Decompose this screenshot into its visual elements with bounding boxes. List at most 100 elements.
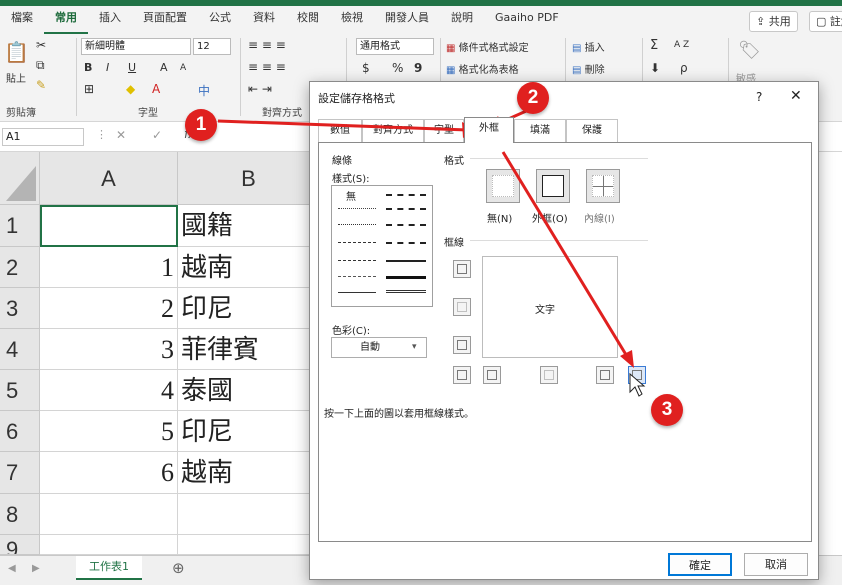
copy-icon[interactable]: ⧉ bbox=[36, 58, 45, 73]
shrink-font-button[interactable]: A bbox=[180, 63, 186, 73]
tab-help[interactable]: 說明 bbox=[440, 6, 484, 34]
border-middle-h-button[interactable] bbox=[453, 298, 471, 316]
sort-filter-button[interactable]: A Z bbox=[674, 40, 689, 50]
conditional-formatting-button[interactable]: ▦ 條件式格式設定 bbox=[446, 39, 529, 54]
line-style-list[interactable]: 無 bbox=[331, 185, 433, 307]
tab-data[interactable]: 資料 bbox=[242, 6, 286, 34]
insert-cells-button[interactable]: ▤ 插入 bbox=[572, 39, 605, 54]
line-style-double[interactable] bbox=[386, 290, 426, 293]
row-header[interactable]: 4 bbox=[0, 329, 40, 370]
row-header[interactable]: 7 bbox=[0, 452, 40, 494]
border-diag-down-button[interactable] bbox=[628, 366, 646, 384]
row-header[interactable]: 3 bbox=[0, 288, 40, 329]
cell-a7[interactable]: 6 bbox=[40, 452, 178, 494]
font-size-select[interactable]: 12 bbox=[193, 38, 231, 55]
font-name-select[interactable]: 新細明體 bbox=[81, 38, 191, 55]
cell-b2[interactable]: 越南 bbox=[178, 247, 320, 288]
border-middle-v-button[interactable] bbox=[540, 366, 558, 384]
cell-b7[interactable]: 越南 bbox=[178, 452, 320, 494]
align-left-icon[interactable]: ≡ ≡ ≡ bbox=[248, 60, 286, 74]
line-style-slanted[interactable] bbox=[386, 208, 426, 210]
align-top-icon[interactable]: ≡ ≡ ≡ bbox=[248, 38, 286, 52]
cell-a1[interactable] bbox=[40, 205, 178, 247]
tab-alignment[interactable]: 對齊方式 bbox=[362, 119, 424, 142]
column-header-b[interactable]: B bbox=[178, 152, 320, 205]
cell-a2[interactable]: 1 bbox=[40, 247, 178, 288]
tab-number[interactable]: 數值 bbox=[318, 119, 362, 142]
border-top-button[interactable] bbox=[453, 260, 471, 278]
ok-button[interactable]: 確定 bbox=[668, 553, 732, 576]
preset-outline-button[interactable] bbox=[536, 169, 570, 203]
sheet-tab-1[interactable]: 工作表1 bbox=[76, 556, 142, 580]
number-format-select[interactable]: 通用格式 bbox=[356, 38, 434, 55]
tab-formulas[interactable]: 公式 bbox=[198, 6, 242, 34]
sensitivity-icon[interactable]: 🏷 bbox=[738, 40, 761, 61]
enter-icon[interactable]: ✓ bbox=[152, 128, 162, 142]
tab-font[interactable]: 字型 bbox=[424, 119, 464, 142]
italic-button[interactable]: I bbox=[106, 61, 109, 74]
tab-page-layout[interactable]: 頁面配置 bbox=[132, 6, 198, 34]
cancel-button[interactable]: 取消 bbox=[744, 553, 808, 576]
paste-icon[interactable]: 📋 bbox=[4, 40, 29, 64]
row-header[interactable]: 6 bbox=[0, 411, 40, 452]
paste-button[interactable]: 貼上 bbox=[6, 70, 26, 85]
tab-border[interactable]: 外框 bbox=[464, 117, 514, 143]
tab-home[interactable]: 常用 bbox=[44, 6, 88, 34]
border-bottom-button[interactable] bbox=[453, 336, 471, 354]
underline-button[interactable]: U bbox=[128, 61, 136, 74]
cell-a9[interactable] bbox=[40, 535, 178, 555]
currency-button[interactable]: $ bbox=[362, 61, 370, 75]
tab-view[interactable]: 檢視 bbox=[330, 6, 374, 34]
cell-a4[interactable]: 3 bbox=[40, 329, 178, 370]
fill-icon[interactable]: ⬇ bbox=[650, 61, 660, 75]
cell-a6[interactable]: 5 bbox=[40, 411, 178, 452]
line-style-med-dash-dot-dot[interactable] bbox=[386, 194, 426, 196]
formula-more-icon[interactable]: ⋮ bbox=[96, 128, 107, 141]
line-style-dotted[interactable] bbox=[338, 224, 376, 225]
autosum-button[interactable]: Σ bbox=[650, 38, 658, 53]
column-header-a[interactable]: A bbox=[40, 152, 178, 205]
border-left-button[interactable] bbox=[483, 366, 501, 384]
sheet-prev-icon[interactable]: ◀ bbox=[8, 563, 16, 574]
cell-a5[interactable]: 4 bbox=[40, 370, 178, 411]
row-header[interactable]: 1 bbox=[0, 205, 40, 247]
line-style-medium[interactable] bbox=[386, 260, 426, 262]
cell-a3[interactable]: 2 bbox=[40, 288, 178, 329]
close-button[interactable]: ✕ bbox=[790, 88, 802, 104]
tab-protection[interactable]: 保護 bbox=[566, 119, 618, 142]
select-all-corner[interactable] bbox=[0, 152, 40, 205]
sheet-next-icon[interactable]: ▶ bbox=[32, 563, 40, 574]
cell-b9[interactable] bbox=[178, 535, 320, 555]
preset-inside-button[interactable] bbox=[586, 169, 620, 203]
bold-button[interactable]: B bbox=[84, 61, 92, 74]
tab-developer[interactable]: 開發人員 bbox=[374, 6, 440, 34]
tab-file[interactable]: 檔案 bbox=[0, 6, 44, 34]
row-header[interactable]: 8 bbox=[0, 494, 40, 535]
format-painter-icon[interactable]: ✎ bbox=[36, 78, 46, 92]
line-style-dash-dot-dot[interactable] bbox=[338, 242, 376, 243]
line-style-hair[interactable] bbox=[338, 208, 376, 209]
indent-icon[interactable]: ⇤ ⇥ bbox=[248, 82, 272, 96]
font-color-icon[interactable]: A bbox=[152, 82, 160, 96]
format-as-table-button[interactable]: ▦ 格式化為表格 bbox=[446, 61, 519, 76]
line-style-thick[interactable] bbox=[386, 276, 426, 279]
line-style-med-dashed[interactable] bbox=[386, 242, 426, 244]
line-style-dashed[interactable] bbox=[338, 276, 376, 277]
tab-gaaiho-pdf[interactable]: Gaaiho PDF bbox=[484, 6, 570, 34]
cell-b5[interactable]: 泰國 bbox=[178, 370, 320, 411]
delete-cells-button[interactable]: ▤ 刪除 bbox=[572, 61, 605, 76]
cell-a8[interactable] bbox=[40, 494, 178, 535]
cancel-icon[interactable]: ✕ bbox=[116, 128, 126, 142]
help-button[interactable]: ? bbox=[756, 90, 762, 104]
tab-fill[interactable]: 填滿 bbox=[514, 119, 566, 142]
border-diag-up-button[interactable] bbox=[453, 366, 471, 384]
name-box[interactable]: A1 bbox=[2, 128, 84, 146]
cell-b1[interactable]: 國籍 bbox=[178, 205, 320, 247]
comma-button[interactable]: 9 bbox=[414, 61, 422, 75]
line-style-med-dash-dot[interactable] bbox=[386, 224, 426, 226]
row-header[interactable]: 2 bbox=[0, 247, 40, 288]
row-header[interactable]: 9 bbox=[0, 535, 40, 555]
find-select-button[interactable]: ρ bbox=[680, 61, 688, 75]
share-button[interactable]: ⇪ 共用 bbox=[749, 11, 798, 32]
border-right-button[interactable] bbox=[596, 366, 614, 384]
